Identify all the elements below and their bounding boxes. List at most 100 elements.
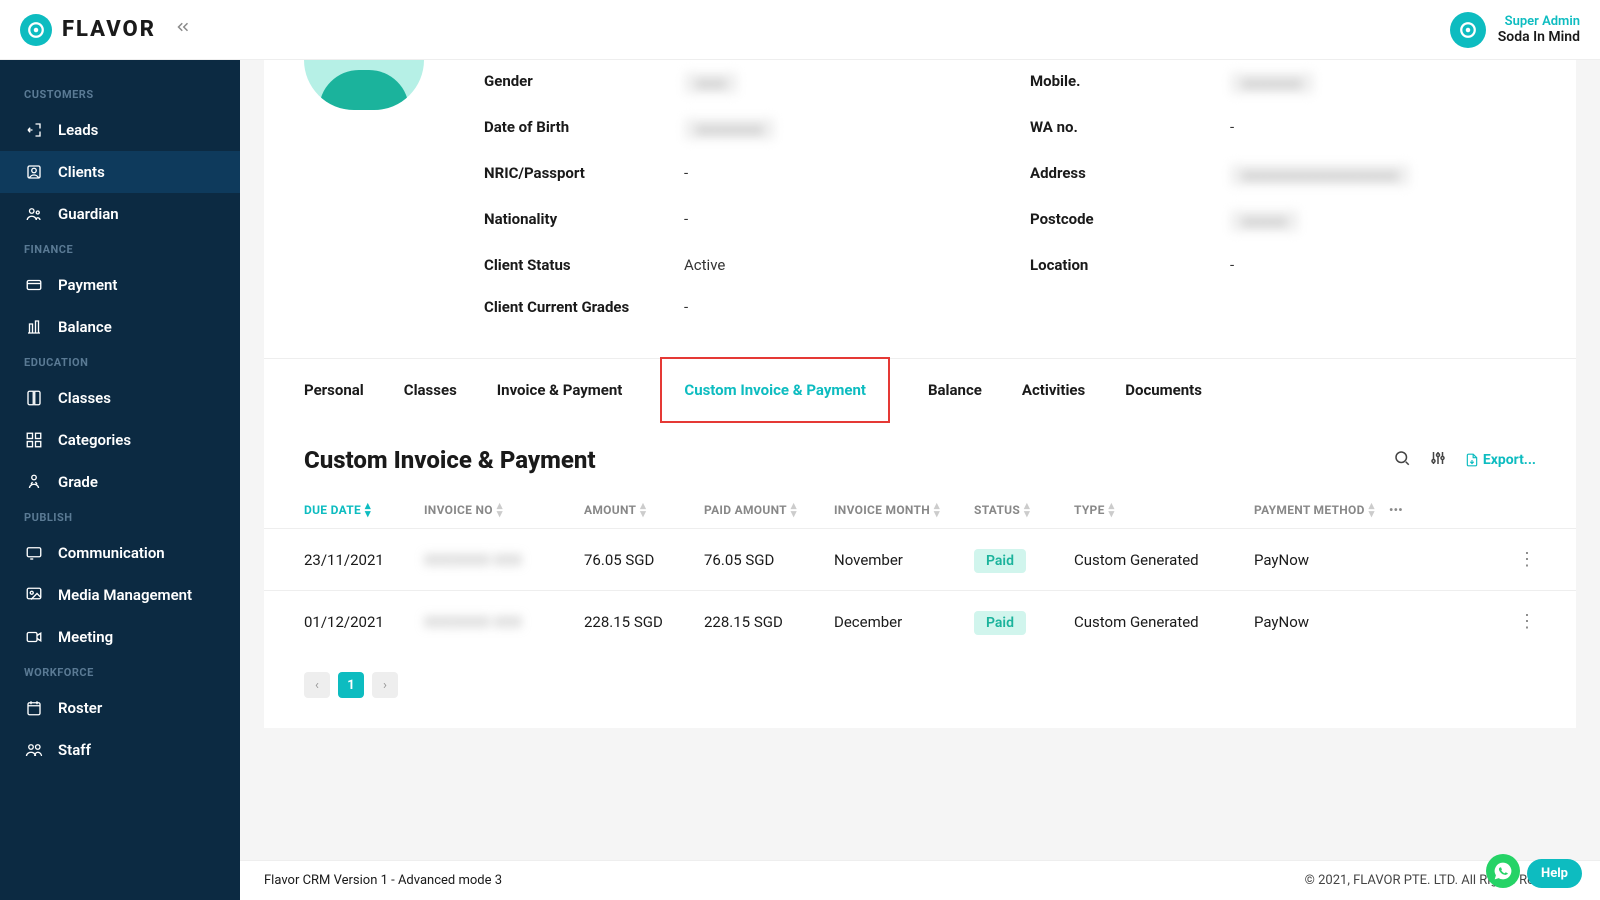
profile-field: Nationality- <box>484 198 990 244</box>
grade-icon <box>24 472 44 492</box>
sidebar-item-meeting[interactable]: Meeting <box>0 616 240 658</box>
sidebar-item-grade[interactable]: Grade <box>0 461 240 503</box>
sort-icon: ▴▾ <box>497 502 503 518</box>
tab-activities[interactable]: Activities <box>1022 359 1085 421</box>
status-badge: Paid <box>974 611 1026 635</box>
tab-invoice-payment[interactable]: Invoice & Payment <box>497 359 623 421</box>
profile-field: Client Current Grades- <box>484 286 990 328</box>
search-icon[interactable] <box>1393 449 1411 471</box>
help-button[interactable]: Help <box>1527 859 1582 888</box>
classes-icon <box>24 388 44 408</box>
pagination: ‹ 1 › <box>264 652 1576 728</box>
sidebar-item-categories[interactable]: Categories <box>0 419 240 461</box>
row-actions-icon[interactable]: ⋮ <box>1518 549 1536 570</box>
guardian-icon <box>24 204 44 224</box>
main-content: Genderxxxx Mobile.xxxxxxxx Date of Birthxx… <box>240 60 1600 900</box>
sort-icon: ▴▾ <box>791 502 797 518</box>
client-tabs: Personal Classes Invoice & Payment Custom I… <box>264 358 1576 421</box>
sidebar-item-media-management[interactable]: Media Management <box>0 574 240 616</box>
table-header[interactable]: PAID AMOUNT▴▾ <box>704 502 834 518</box>
table-header[interactable]: AMOUNT▴▾ <box>584 502 704 518</box>
tab-custom-invoice-payment[interactable]: Custom Invoice & Payment <box>660 357 890 423</box>
row-actions-icon[interactable]: ⋮ <box>1518 611 1536 632</box>
sidebar: CUSTOMERSLeadsClientsGuardianFINANCEPaym… <box>0 60 240 900</box>
table-row: 01/12/2021XXXXXXX XXX228.15 SGD228.15 SG… <box>264 590 1576 652</box>
sort-icon: ▴▾ <box>1369 502 1375 518</box>
sidebar-section-label: CUSTOMERS <box>0 80 240 109</box>
meeting-icon <box>24 627 44 647</box>
table-header[interactable]: TYPE▴▾ <box>1074 502 1254 518</box>
profile-field: Mobile.xxxxxxxx <box>1030 60 1536 106</box>
sidebar-item-guardian[interactable]: Guardian <box>0 193 240 235</box>
sidebar-item-clients[interactable]: Clients <box>0 151 240 193</box>
sidebar-item-roster[interactable]: Roster <box>0 687 240 729</box>
tab-classes[interactable]: Classes <box>404 359 457 421</box>
whatsapp-button[interactable] <box>1486 854 1520 888</box>
sidebar-section-label: EDUCATION <box>0 348 240 377</box>
logo-text: FLAVOR <box>62 17 156 42</box>
sort-icon: ▴▾ <box>1109 502 1115 518</box>
user-role: Super Admin <box>1498 14 1580 29</box>
profile-field: Location- <box>1030 244 1536 286</box>
footer-version: Flavor CRM Version 1 - Advanced mode 3 <box>264 873 502 888</box>
sort-icon: ▴▾ <box>365 502 371 518</box>
tab-personal[interactable]: Personal <box>304 359 364 421</box>
sidebar-section-label: FINANCE <box>0 235 240 264</box>
roster-icon <box>24 698 44 718</box>
pagination-page-1[interactable]: 1 <box>338 672 364 698</box>
sort-icon: ▴▾ <box>640 502 646 518</box>
sidebar-item-communication[interactable]: Communication <box>0 532 240 574</box>
communication-icon <box>24 543 44 563</box>
user-name: Soda In Mind <box>1498 29 1580 45</box>
sidebar-item-staff[interactable]: Staff <box>0 729 240 771</box>
table-header-actions: ••• <box>1389 502 1536 518</box>
profile-field: Genderxxxx <box>484 60 990 106</box>
table-header[interactable]: INVOICE NO▴▾ <box>424 502 584 518</box>
sidebar-collapse-button[interactable] <box>174 18 192 41</box>
profile-field: NRIC/Passport- <box>484 152 990 198</box>
table-header[interactable]: INVOICE MONTH▴▾ <box>834 502 974 518</box>
client-profile-panel: Genderxxxx Mobile.xxxxxxxx Date of Birthxx… <box>264 60 1576 358</box>
user-avatar-icon <box>1450 12 1486 48</box>
logo-icon <box>20 14 52 46</box>
profile-field: Client StatusActive <box>484 244 990 286</box>
tab-balance[interactable]: Balance <box>928 359 982 421</box>
categories-icon <box>24 430 44 450</box>
sidebar-item-leads[interactable]: Leads <box>0 109 240 151</box>
staff-icon <box>24 740 44 760</box>
section-title: Custom Invoice & Payment <box>304 446 1393 474</box>
footer: Flavor CRM Version 1 - Advanced mode 3 ©… <box>240 860 1600 900</box>
profile-field: Addressxxxxxxxxxxxxxxxxxxxxx <box>1030 152 1536 198</box>
sidebar-item-balance[interactable]: Balance <box>0 306 240 348</box>
table-row: 23/11/2021XXXXXXX XXX76.05 SGD76.05 SGDN… <box>264 528 1576 590</box>
sort-icon: ▴▾ <box>934 502 940 518</box>
profile-field <box>1030 286 1536 328</box>
profile-field: WA no.- <box>1030 106 1536 152</box>
tab-documents[interactable]: Documents <box>1125 359 1202 421</box>
sidebar-section-label: PUBLISH <box>0 503 240 532</box>
logo[interactable]: FLAVOR <box>20 14 156 46</box>
sidebar-item-classes[interactable]: Classes <box>0 377 240 419</box>
balance-icon <box>24 317 44 337</box>
sidebar-section-label: WORKFORCE <box>0 658 240 687</box>
payment-icon <box>24 275 44 295</box>
leads-icon <box>24 120 44 140</box>
table-header[interactable]: PAYMENT METHOD▴▾ <box>1254 502 1389 518</box>
clients-icon <box>24 162 44 182</box>
pagination-next[interactable]: › <box>372 672 398 698</box>
client-avatar <box>304 60 424 110</box>
invoice-table: DUE DATE▴▾INVOICE NO▴▾AMOUNT▴▾PAID AMOUN… <box>264 492 1576 652</box>
status-badge: Paid <box>974 549 1026 573</box>
media-icon <box>24 585 44 605</box>
profile-field: Date of Birthxxxxxxxxx <box>484 106 990 152</box>
topbar: FLAVOR Super Admin Soda In Mind <box>0 0 1600 60</box>
pagination-prev[interactable]: ‹ <box>304 672 330 698</box>
user-menu[interactable]: Super Admin Soda In Mind <box>1450 12 1580 48</box>
sort-icon: ▴▾ <box>1024 502 1030 518</box>
filter-icon[interactable] <box>1429 449 1447 471</box>
table-header[interactable]: STATUS▴▾ <box>974 502 1074 518</box>
profile-field: Postcodexxxxxx <box>1030 198 1536 244</box>
table-header[interactable]: DUE DATE▴▾ <box>304 502 424 518</box>
export-button[interactable]: Export... <box>1465 452 1536 468</box>
sidebar-item-payment[interactable]: Payment <box>0 264 240 306</box>
